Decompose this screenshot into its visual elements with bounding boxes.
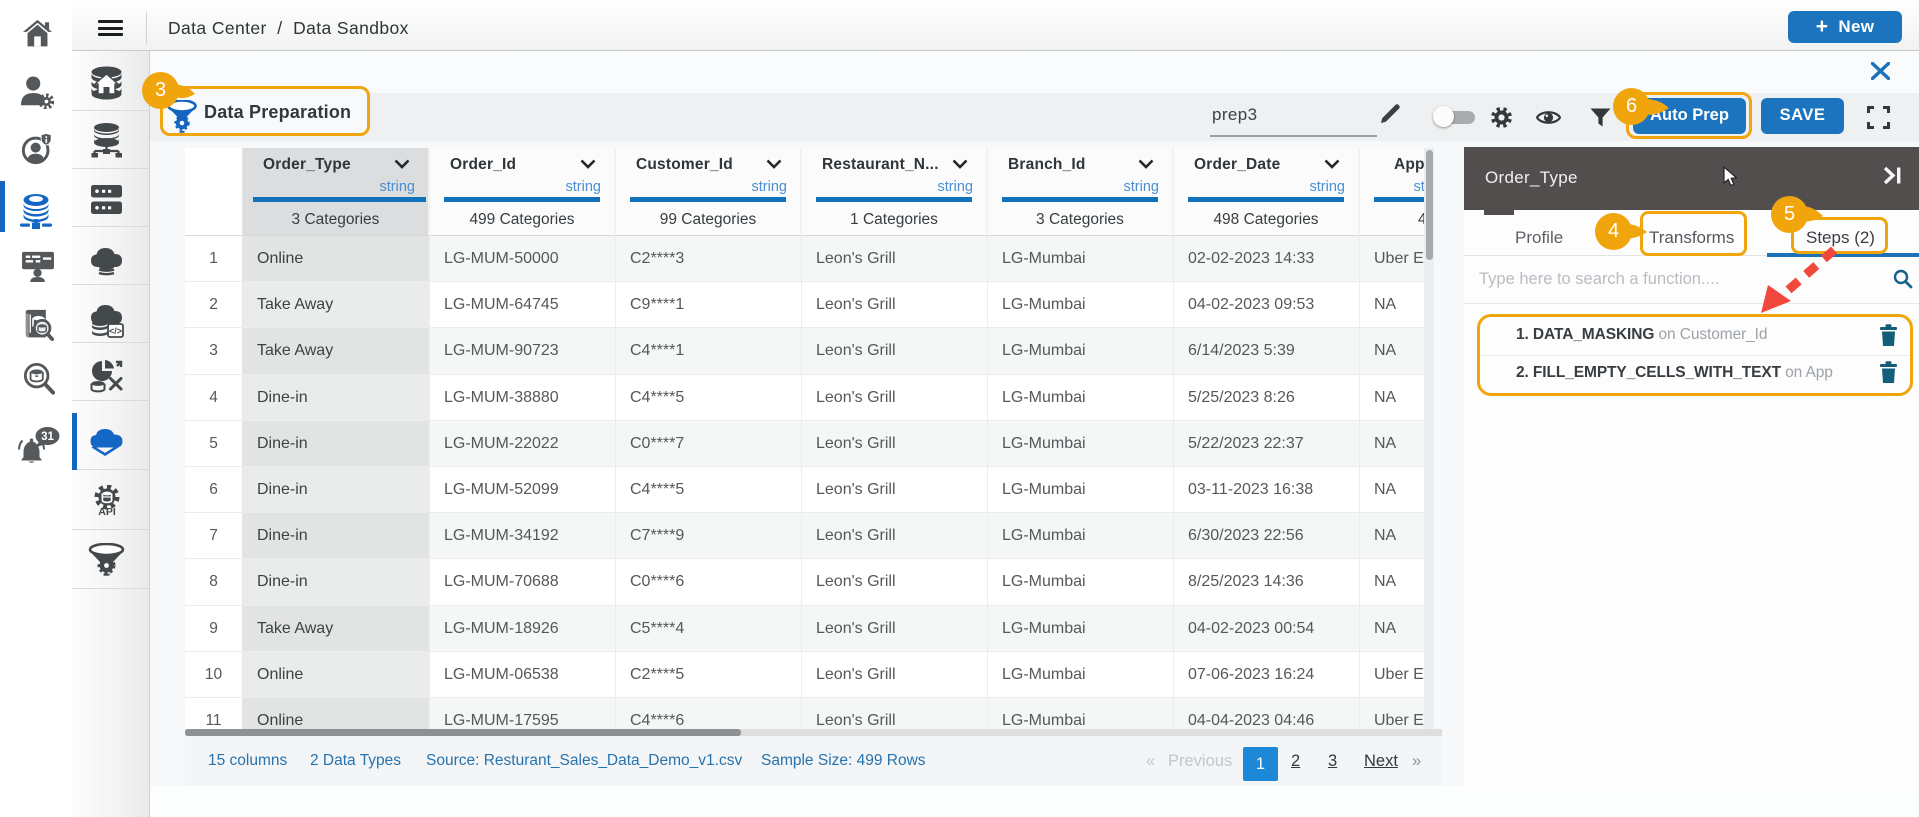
- svg-text:31: 31: [41, 431, 54, 443]
- svg-text:</>: </>: [109, 326, 122, 336]
- svg-text:API: API: [98, 506, 116, 516]
